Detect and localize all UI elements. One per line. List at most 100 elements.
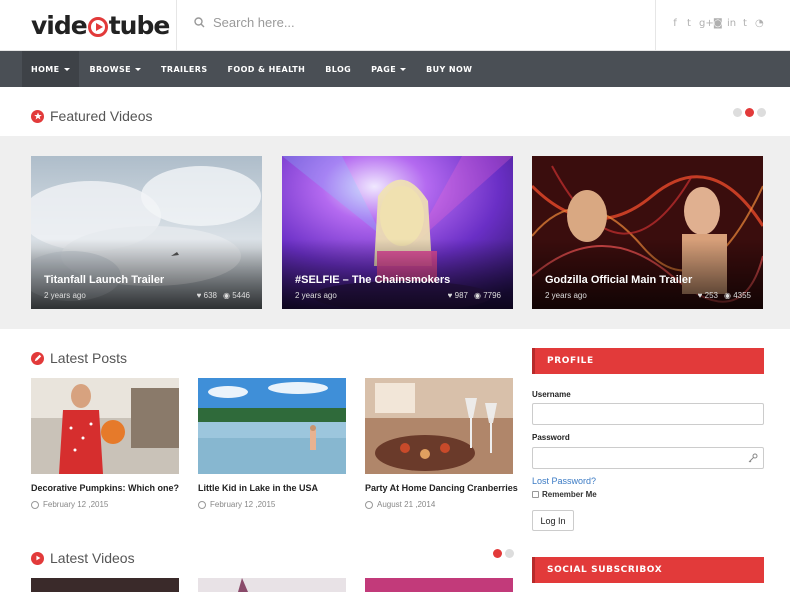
likes-value: 987 bbox=[454, 291, 468, 300]
nav-item-home[interactable]: HOME bbox=[22, 51, 79, 87]
video-date: 2 years ago bbox=[44, 291, 86, 300]
featured-video-card[interactable]: #SELFIE – The Chainsmokers 2 years ago ♥… bbox=[282, 156, 513, 309]
login-button[interactable]: Log In bbox=[532, 510, 574, 531]
slider-dot[interactable] bbox=[757, 108, 766, 117]
password-field[interactable] bbox=[532, 447, 764, 469]
eye-icon: ◉ bbox=[723, 291, 731, 300]
video-stats: ♥ 638 ◉ 5446 bbox=[197, 291, 250, 300]
logo-text-left: vide bbox=[31, 10, 88, 40]
featured-video-card[interactable]: Godzilla Official Main Trailer 2 years a… bbox=[532, 156, 763, 309]
likes-count: ♥ 638 bbox=[197, 291, 217, 300]
latest-video-thumbnail[interactable] bbox=[198, 578, 346, 592]
google-plus-icon[interactable]: g+ bbox=[699, 18, 714, 29]
post-date-text: February 12 ,2015 bbox=[210, 500, 276, 509]
likes-count: ♥ 987 bbox=[448, 291, 468, 300]
nav-item-page[interactable]: PAGE bbox=[371, 51, 407, 87]
post-date: February 12 ,2015 bbox=[31, 500, 179, 509]
lost-password-link[interactable]: Lost Password? bbox=[532, 476, 596, 486]
slider-dot[interactable] bbox=[733, 108, 742, 117]
post-title[interactable]: Decorative Pumpkins: Which one? bbox=[31, 483, 179, 493]
video-title[interactable]: Godzilla Official Main Trailer bbox=[545, 274, 692, 286]
post-card[interactable]: Party At Home Dancing Cranberries August… bbox=[365, 378, 518, 509]
slider-dot-active[interactable] bbox=[493, 549, 502, 558]
chevron-down-icon bbox=[400, 67, 407, 71]
latest-videos-slider-dots bbox=[493, 549, 514, 558]
header-divider bbox=[655, 0, 656, 51]
key-icon bbox=[748, 453, 758, 463]
views-count: ◉ 5446 bbox=[223, 291, 250, 300]
password-label: Password bbox=[532, 433, 570, 442]
post-card[interactable]: Little Kid in Lake in the USA February 1… bbox=[198, 378, 346, 509]
logo-text-right: tube bbox=[108, 10, 171, 40]
nav-label: FOOD & HEALTH bbox=[227, 64, 306, 74]
nav-item-browse[interactable]: BROWSE bbox=[90, 51, 142, 87]
views-value: 4355 bbox=[733, 291, 751, 300]
username-label: Username bbox=[532, 390, 571, 399]
instagram-icon[interactable]: ◙ bbox=[713, 18, 723, 29]
section-title: Latest Posts bbox=[50, 350, 128, 366]
remember-me[interactable]: Remember Me bbox=[532, 490, 597, 499]
eye-icon: ◉ bbox=[473, 291, 481, 300]
likes-value: 253 bbox=[704, 291, 718, 300]
linkedin-icon[interactable]: in bbox=[727, 18, 736, 29]
search-bar bbox=[194, 15, 593, 30]
eye-icon: ◉ bbox=[222, 291, 230, 300]
nav-item-trailers[interactable]: TRAILERS bbox=[161, 51, 207, 87]
nav-item-food-health[interactable]: FOOD & HEALTH bbox=[228, 51, 306, 87]
nav-item-buy-now[interactable]: BUY NOW bbox=[426, 51, 472, 87]
slider-dot[interactable] bbox=[505, 549, 514, 558]
nav-label: PAGE bbox=[371, 64, 397, 74]
search-input[interactable] bbox=[213, 15, 593, 30]
tumblr-icon[interactable]: t bbox=[741, 18, 749, 29]
latest-posts-heading: Latest Posts bbox=[31, 350, 127, 366]
video-stats: ♥ 987 ◉ 7796 bbox=[448, 291, 501, 300]
site-header: vide tube f t g+ ◙ in t ◔ bbox=[0, 0, 790, 51]
remember-me-label: Remember Me bbox=[542, 490, 597, 499]
post-date: February 12 ,2015 bbox=[198, 500, 346, 509]
video-title[interactable]: #SELFIE – The Chainsmokers bbox=[295, 274, 450, 286]
video-title[interactable]: Titanfall Launch Trailer bbox=[44, 274, 164, 286]
featured-video-card[interactable]: Titanfall Launch Trailer 2 years ago ♥ 6… bbox=[31, 156, 262, 309]
heart-icon: ♥ bbox=[447, 291, 453, 300]
main-nav: HOME BROWSE TRAILERS FOOD & HEALTH BLOG … bbox=[0, 51, 790, 87]
post-card[interactable]: Decorative Pumpkins: Which one? February… bbox=[31, 378, 179, 509]
twitter-icon[interactable]: t bbox=[685, 18, 693, 29]
section-title: Latest Videos bbox=[50, 550, 135, 566]
post-date: August 21 ,2014 bbox=[365, 500, 513, 509]
post-date-text: February 12 ,2015 bbox=[43, 500, 109, 509]
views-value: 5446 bbox=[232, 291, 250, 300]
latest-video-thumbnail[interactable] bbox=[31, 578, 179, 592]
likes-count: ♥ 253 bbox=[698, 291, 718, 300]
latest-video-thumbnail[interactable] bbox=[365, 578, 513, 592]
post-thumbnail[interactable] bbox=[365, 378, 513, 474]
play-icon bbox=[31, 551, 44, 565]
clock-icon bbox=[365, 500, 373, 509]
heart-icon: ♥ bbox=[196, 291, 202, 300]
username-field[interactable] bbox=[532, 403, 764, 425]
pencil-icon bbox=[31, 351, 44, 365]
nav-label: HOME bbox=[31, 64, 60, 74]
featured-heading: Featured Videos bbox=[31, 108, 152, 124]
post-date-text: August 21 ,2014 bbox=[377, 500, 436, 509]
views-value: 7796 bbox=[483, 291, 501, 300]
header-divider bbox=[176, 0, 177, 51]
post-thumbnail[interactable] bbox=[31, 378, 179, 474]
views-count: ◉ 7796 bbox=[474, 291, 501, 300]
rss-icon[interactable]: ◔ bbox=[755, 18, 764, 29]
nav-label: BUY NOW bbox=[426, 64, 473, 74]
video-date: 2 years ago bbox=[545, 291, 587, 300]
nav-item-blog[interactable]: BLOG bbox=[325, 51, 351, 87]
post-thumbnail[interactable] bbox=[198, 378, 346, 474]
post-title[interactable]: Little Kid in Lake in the USA bbox=[198, 483, 346, 493]
remember-me-checkbox[interactable] bbox=[532, 491, 539, 498]
latest-videos-heading: Latest Videos bbox=[31, 550, 135, 566]
likes-value: 638 bbox=[203, 291, 217, 300]
facebook-icon[interactable]: f bbox=[671, 18, 679, 29]
social-subscribox-title: SOCIAL SUBSCRIBOX bbox=[532, 557, 764, 583]
slider-dot-active[interactable] bbox=[745, 108, 754, 117]
site-logo[interactable]: vide tube bbox=[31, 8, 171, 42]
chevron-down-icon bbox=[63, 67, 70, 71]
video-stats: ♥ 253 ◉ 4355 bbox=[698, 291, 751, 300]
star-icon bbox=[31, 109, 44, 123]
post-title[interactable]: Party At Home Dancing Cranberries bbox=[365, 483, 518, 493]
